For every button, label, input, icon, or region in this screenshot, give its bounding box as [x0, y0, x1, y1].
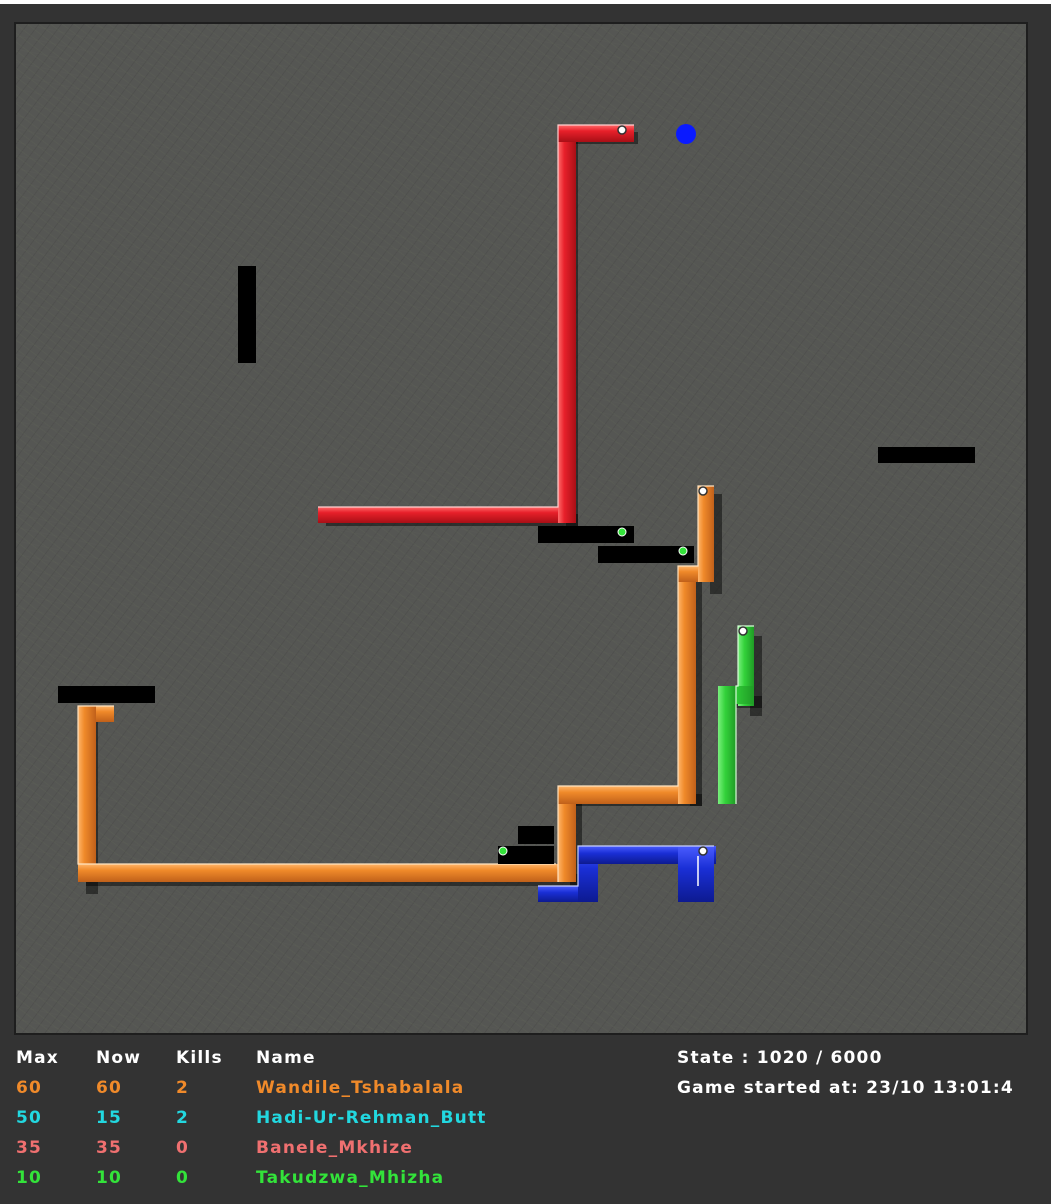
game-board [14, 22, 1028, 1035]
player-now: 60 [96, 1078, 122, 1098]
apple [676, 124, 696, 144]
player-now: 35 [96, 1138, 122, 1158]
player-max: 50 [16, 1108, 42, 1128]
dead-snake-3a [518, 826, 554, 844]
player-kills: 0 [176, 1138, 189, 1158]
player-max: 60 [16, 1078, 42, 1098]
snake-green [718, 625, 754, 804]
game-start-time: Game started at: 23/10 13:01:4 [677, 1078, 1014, 1098]
snake-green-head-eye [738, 626, 748, 636]
board-canvas [58, 124, 975, 902]
dead-snake-3-eye [498, 846, 508, 856]
player-row: 10 10 0 Takudzwa_Mhizha [16, 1168, 444, 1188]
header-name: Name [256, 1048, 316, 1068]
player-row: 50 15 2 Hadi-Ur-Rehman_Butt [16, 1108, 487, 1128]
header-max: Max [16, 1048, 59, 1068]
player-kills: 0 [176, 1168, 189, 1188]
player-row: 35 35 0 Banele_Mkhize [16, 1138, 413, 1158]
snake-orange-head-eye [698, 486, 708, 496]
header-kills: Kills [176, 1048, 223, 1068]
dead-snake-2-eye [678, 546, 688, 556]
state-counter: State : 1020 / 6000 [677, 1048, 883, 1068]
hud: Max Now Kills Name 60 60 2 Wandile_Tshab… [16, 1048, 1014, 1188]
dead-snakes [498, 526, 694, 864]
window-top-strip [0, 0, 1051, 4]
player-row: 60 60 2 Wandile_Tshabalala [16, 1078, 464, 1098]
game-status: State : 1020 / 6000 Game started at: 23/… [677, 1048, 1014, 1098]
player-kills: 2 [176, 1078, 189, 1098]
player-name: Takudzwa_Mhizha [256, 1168, 444, 1188]
scoreboard: Max Now Kills Name 60 60 2 Wandile_Tshab… [16, 1048, 487, 1188]
snake-blue-head-eye [698, 846, 708, 856]
snake-red-head-eye [617, 125, 627, 135]
obstacle-vertical-left [238, 266, 256, 363]
player-max: 35 [16, 1138, 42, 1158]
obstacle-right [878, 447, 975, 463]
game-screen: Max Now Kills Name 60 60 2 Wandile_Tshab… [0, 0, 1051, 1204]
dead-snake-1-eye [617, 527, 627, 537]
obstacles [58, 266, 975, 703]
player-now: 15 [96, 1108, 122, 1128]
player-name: Wandile_Tshabalala [256, 1078, 464, 1098]
header-now: Now [96, 1048, 141, 1068]
obstacle-left-bottom [58, 686, 155, 703]
player-max: 10 [16, 1168, 42, 1188]
player-now: 10 [96, 1168, 122, 1188]
player-name: Banele_Mkhize [256, 1138, 413, 1158]
snake-red [318, 124, 634, 523]
player-kills: 2 [176, 1108, 189, 1128]
player-name: Hadi-Ur-Rehman_Butt [256, 1108, 487, 1128]
